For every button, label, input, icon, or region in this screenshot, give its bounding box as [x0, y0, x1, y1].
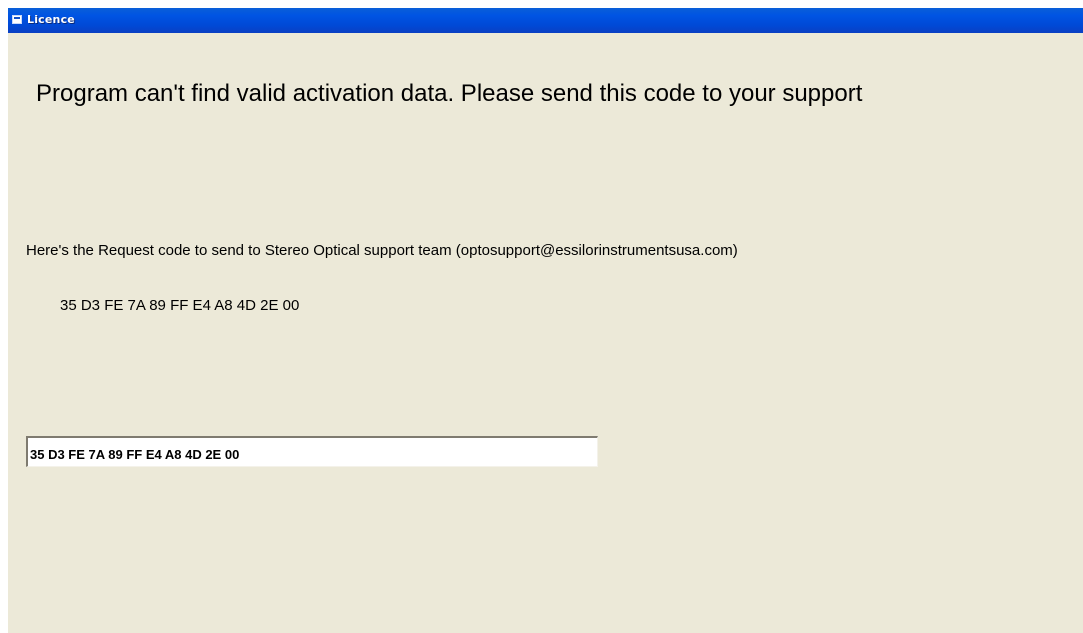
window-app-icon[interactable] — [12, 15, 22, 24]
request-code-text: 35 D3 FE 7A 89 FF E4 A8 4D 2E 00 — [60, 297, 300, 314]
request-code-instructions: Here's the Request code to send to Stere… — [26, 242, 738, 259]
title-bar[interactable]: Licence — [8, 8, 1083, 33]
activation-error-message: Program can't find valid activation data… — [36, 80, 863, 107]
window-title: Licence — [27, 13, 75, 26]
licence-window: Licence Program can't find valid activat… — [8, 8, 1083, 633]
request-code-field[interactable] — [26, 436, 598, 467]
